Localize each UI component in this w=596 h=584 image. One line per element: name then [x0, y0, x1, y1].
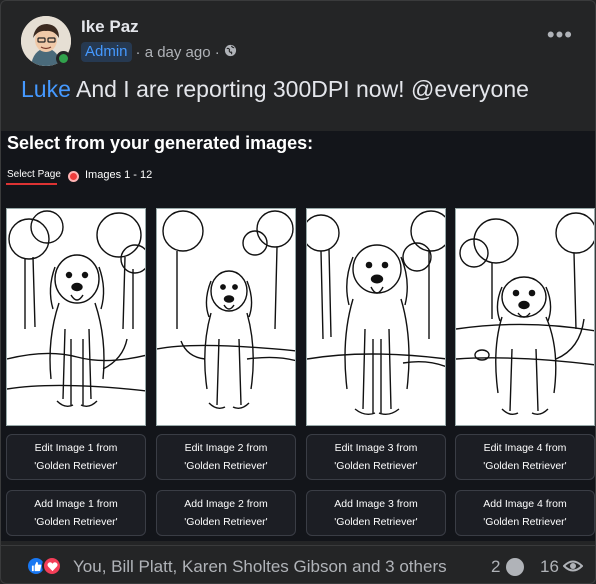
image-thumbnail-3[interactable] — [306, 208, 446, 426]
button-label-line: Edit Image 1 from — [34, 442, 118, 454]
add-image-4-button[interactable]: Add Image 4 from 'Golden Retriever' — [455, 490, 595, 536]
button-label-line: 'Golden Retriever' — [184, 460, 268, 472]
image-selector-panel: Select from your generated images: Selec… — [1, 131, 595, 541]
comment-count[interactable]: 2 — [491, 557, 500, 577]
image-thumbnail-1[interactable] — [6, 208, 146, 426]
reactors-text[interactable]: You, Bill Platt, Karen Sholtes Gibson an… — [73, 557, 447, 577]
button-label-line: 'Golden Retriever' — [483, 460, 567, 472]
message-text: And I are reporting 300DPI now! @everyon… — [70, 76, 529, 102]
author-name[interactable]: Ike Paz — [81, 17, 139, 37]
globe-icon — [224, 44, 237, 61]
edit-image-1-button[interactable]: Edit Image 1 from 'Golden Retriever' — [6, 434, 146, 480]
more-options-button[interactable]: ••• — [547, 24, 573, 46]
images-range-label: Images 1 - 12 — [85, 169, 153, 181]
add-image-3-button[interactable]: Add Image 3 from 'Golden Retriever' — [306, 490, 446, 536]
edit-image-4-button[interactable]: Edit Image 4 from 'Golden Retriever' — [455, 434, 595, 480]
button-label-line: 'Golden Retriever' — [334, 516, 418, 528]
button-label-line: 'Golden Retriever' — [34, 460, 118, 472]
add-image-1-button[interactable]: Add Image 1 from 'Golden Retriever' — [6, 490, 146, 536]
image-thumbnail-2[interactable] — [156, 208, 296, 426]
edit-image-3-button[interactable]: Edit Image 3 from 'Golden Retriever' — [306, 434, 446, 480]
add-image-2-button[interactable]: Add Image 2 from 'Golden Retriever' — [156, 490, 296, 536]
image-thumbnail-4[interactable] — [455, 208, 595, 426]
post-meta: Admin · a day ago · — [81, 42, 237, 62]
button-label-line: Add Image 3 from — [334, 498, 418, 510]
button-label-line: 'Golden Retriever' — [34, 516, 118, 528]
panel-title: Select from your generated images: — [7, 133, 314, 153]
button-label-line: Add Image 4 from — [483, 498, 567, 510]
button-label-line: 'Golden Retriever' — [483, 516, 567, 528]
tab-select-page[interactable]: Select Page — [7, 169, 61, 180]
heart-icon — [42, 556, 62, 576]
footer-divider — [1, 545, 595, 546]
button-label-line: Edit Image 4 from — [483, 442, 567, 454]
online-status-dot — [56, 51, 71, 66]
tab-underline — [6, 183, 57, 185]
button-label-line: 'Golden Retriever' — [334, 460, 418, 472]
view-count: 16 — [540, 557, 559, 576]
button-label-line: 'Golden Retriever' — [184, 516, 268, 528]
page-radio[interactable] — [68, 171, 79, 182]
button-label-line: Add Image 1 from — [34, 498, 118, 510]
comment-bubble-icon[interactable] — [506, 558, 524, 576]
edit-image-2-button[interactable]: Edit Image 2 from 'Golden Retriever' — [156, 434, 296, 480]
reaction-icons[interactable] — [26, 556, 62, 576]
button-label-line: Edit Image 3 from — [334, 442, 418, 454]
button-label-line: Edit Image 2 from — [184, 442, 268, 454]
eye-icon — [562, 559, 584, 578]
post-message: Luke And I are reporting 300DPI now! @ev… — [21, 76, 529, 103]
post-card: Ike Paz Admin · a day ago · ••• Luke And… — [0, 0, 596, 584]
role-badge: Admin — [81, 42, 132, 62]
mention-link[interactable]: Luke — [21, 76, 71, 102]
post-time[interactable]: · a day ago · — [136, 44, 220, 61]
button-label-line: Add Image 2 from — [184, 498, 268, 510]
